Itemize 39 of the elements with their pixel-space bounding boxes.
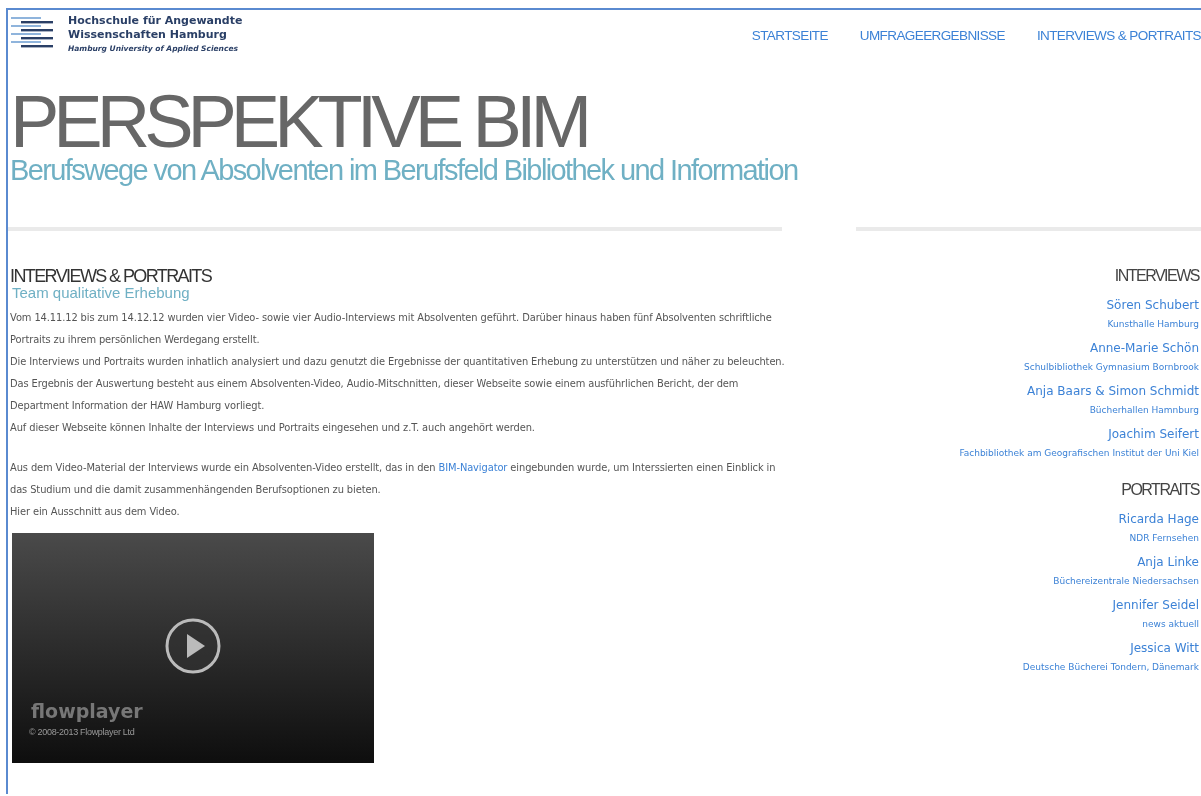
paragraph: Aus dem Video-Material der Interviews wurde ein Absolventen-Video erstellt, das in den BIM-Navigator eingebunden wurde, um Interssierten einen Einblick in das Studium und die damit zusammenhängenden Berufsoptionen zu bieten. [10, 461, 777, 497]
person-link[interactable]: Anja Linke [1137, 552, 1199, 572]
nav-link[interactable]: UMFRAGEERGEBNISSE [859, 28, 1005, 43]
person-link[interactable]: Anja Baars & Simon Schmidt [1027, 381, 1199, 401]
person-link[interactable]: Joachim Seifert [1108, 424, 1199, 444]
play-icon[interactable] [164, 617, 222, 675]
logo-text: Wissenschaften Hamburg [68, 28, 228, 42]
player-copyright: © 2008-2013 Flowplayer Ltd [29, 727, 135, 737]
person-workplace: Büchereizentrale Niedersachsen [1053, 575, 1199, 588]
logo-text: Hochschule für Angewandte [68, 14, 243, 28]
player-brand: flowplayer [31, 700, 143, 722]
paragraph: Vom 14.11.12 bis zum 14.12.12 wurden vier Video- sowie vier Audio-Interviews mit Absolventen geführt. Darüber hinaus haben fünf Absolventen schriftliche Portraits zu ihrem persönlichen Werdegang erstellt. [10, 311, 773, 347]
page-title: PERSPEKTIVE BIM [10, 91, 587, 153]
person-link[interactable]: Ricarda Hage [1118, 509, 1199, 529]
person-link[interactable]: Jessica Witt [1130, 638, 1199, 658]
nav-link[interactable]: INTERVIEWS & PORTRAITS [1036, 28, 1201, 43]
person-link[interactable]: Anne-Marie Schön [1089, 338, 1199, 358]
video-player[interactable]: flowplayer © 2008-2013 Flowplayer Ltd [12, 533, 374, 763]
sidebar-heading: INTERVIEWS [1114, 267, 1199, 285]
bim-navigator-link[interactable]: BIM-Navigator [438, 462, 508, 473]
person-workplace: NDR Fernsehen [1129, 532, 1199, 545]
logo-icon [11, 16, 53, 50]
nav-link[interactable]: STARTSEITE [751, 28, 828, 43]
section-subheading: Team qualitative Erhebung [12, 285, 191, 301]
page-subtitle: Berufswege von Absolventen im Berufsfeld Bibliothek und Information [10, 153, 799, 187]
person-workplace: Kunsthalle Hamburg [1107, 318, 1199, 331]
person-workplace: news aktuell [1142, 618, 1199, 631]
person-workplace: Schulbibliothek Gymnasium Bornbrook [1023, 361, 1199, 374]
person-workplace: Deutsche Bücherei Tondern, Dänemark [1022, 661, 1199, 674]
paragraph: Das Ergebnis der Auswertung besteht aus einem Absolventen-Video, Audio-Mitschnitten, dieser Webseite sowie einem ausführlichen Bericht, der dem Department Information der HAW Hamburg vorliegt. [10, 377, 740, 413]
paragraph: Auf dieser Webseite können Inhalte der Interviews und Portraits eingesehen und z.T. auch angehört werden. [10, 421, 536, 435]
section-heading: INTERVIEWS & PORTRAITS [10, 267, 213, 285]
paragraph: Die Interviews und Portraits wurden inhatlich analysiert und dazu genutzt die Ergebnisse der quantitativen Erhebung zu unterstützen und näher zu beleuchten. [10, 355, 786, 369]
paragraph: Hier ein Ausschnitt aus dem Video. [10, 505, 181, 519]
person-workplace: Fachbibliothek am Geografischen Institut der Uni Kiel [959, 447, 1199, 460]
person-workplace: Bücherhallen Hamnburg [1089, 404, 1199, 417]
person-link[interactable]: Jennifer Seidel [1112, 595, 1199, 615]
person-link[interactable]: Sören Schubert [1106, 295, 1199, 315]
sidebar-heading: PORTRAITS [1121, 481, 1199, 499]
